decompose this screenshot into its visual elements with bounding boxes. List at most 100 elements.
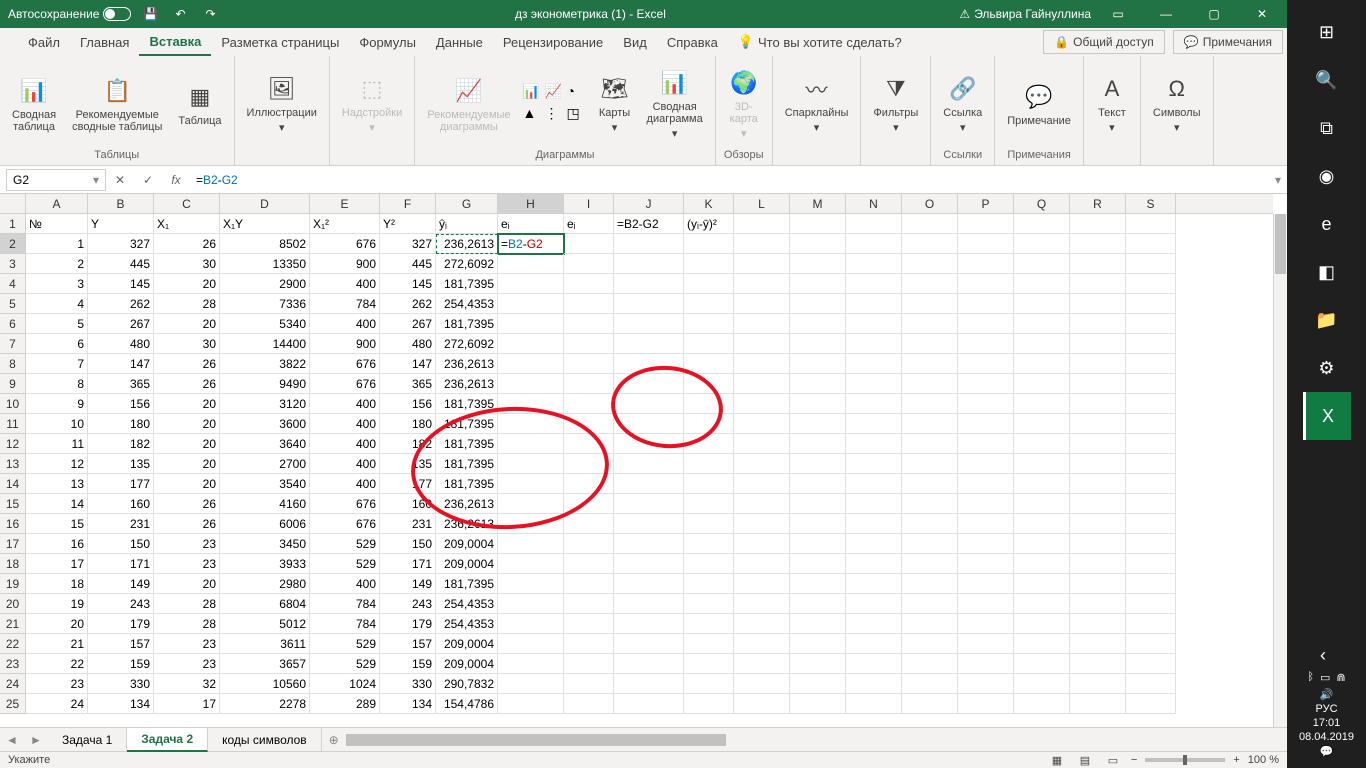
cell[interactable] [734, 494, 790, 514]
column-header[interactable]: B [88, 194, 154, 213]
cell[interactable] [846, 674, 902, 694]
cell[interactable]: № [26, 214, 88, 234]
cell[interactable] [498, 354, 564, 374]
cell[interactable]: 2980 [220, 574, 310, 594]
cell[interactable]: 156 [88, 394, 154, 414]
cell[interactable]: 30 [154, 334, 220, 354]
cell[interactable]: 177 [380, 474, 436, 494]
cell[interactable] [958, 694, 1014, 714]
cell[interactable] [902, 294, 958, 314]
cell[interactable] [1014, 394, 1070, 414]
edge-icon[interactable]: e [1303, 200, 1351, 248]
cell[interactable] [1070, 554, 1126, 574]
cell[interactable] [902, 574, 958, 594]
cell[interactable]: 26 [154, 494, 220, 514]
cell[interactable] [790, 254, 846, 274]
cell[interactable] [498, 254, 564, 274]
cell[interactable] [790, 494, 846, 514]
cell[interactable] [902, 234, 958, 254]
cell[interactable] [684, 394, 734, 414]
cell[interactable]: 236,2613 [436, 354, 498, 374]
column-header[interactable]: E [310, 194, 380, 213]
cell[interactable] [846, 534, 902, 554]
cell[interactable] [1070, 594, 1126, 614]
row-header[interactable]: 13 [0, 454, 25, 474]
cell[interactable] [790, 234, 846, 254]
cell[interactable] [1126, 534, 1176, 554]
filters-button[interactable]: ⧩Фильтры ▾ [869, 71, 922, 136]
cell[interactable] [614, 594, 684, 614]
row-header[interactable]: 10 [0, 394, 25, 414]
cell[interactable] [790, 434, 846, 454]
cell[interactable] [734, 434, 790, 454]
cell[interactable] [684, 594, 734, 614]
cell[interactable]: 171 [380, 554, 436, 574]
cell[interactable]: 254,4353 [436, 614, 498, 634]
cell[interactable] [684, 534, 734, 554]
comment-button[interactable]: 💬Примечание [1003, 79, 1075, 129]
cell[interactable] [790, 654, 846, 674]
cell[interactable]: 150 [88, 534, 154, 554]
cell[interactable]: 2 [26, 254, 88, 274]
cell[interactable] [734, 594, 790, 614]
cell[interactable]: 445 [88, 254, 154, 274]
cell[interactable] [1070, 274, 1126, 294]
cell[interactable]: 181,7395 [436, 474, 498, 494]
cell[interactable] [734, 694, 790, 714]
cell[interactable]: 5 [26, 314, 88, 334]
ribbon-tab-главная[interactable]: Главная [70, 28, 139, 56]
cell[interactable]: 19 [26, 594, 88, 614]
cell[interactable]: 2278 [220, 694, 310, 714]
row-header[interactable]: 4 [0, 274, 25, 294]
cell[interactable] [1014, 574, 1070, 594]
cell[interactable] [684, 554, 734, 574]
cell[interactable]: 20 [154, 434, 220, 454]
cell[interactable]: 5340 [220, 314, 310, 334]
cell[interactable]: 400 [310, 454, 380, 474]
cell[interactable]: 134 [88, 694, 154, 714]
cell[interactable]: (yᵢ-ȳ)² [684, 214, 734, 234]
cell[interactable] [1014, 634, 1070, 654]
cell[interactable]: 231 [88, 514, 154, 534]
cell[interactable] [1126, 454, 1176, 474]
cell[interactable] [564, 274, 614, 294]
cell[interactable] [846, 234, 902, 254]
cell[interactable] [902, 494, 958, 514]
zoom-level[interactable]: 100 % [1248, 754, 1279, 766]
cell[interactable] [1070, 234, 1126, 254]
column-header[interactable]: F [380, 194, 436, 213]
cell[interactable]: 243 [380, 594, 436, 614]
cell[interactable] [734, 294, 790, 314]
pivot-chart-button[interactable]: 📊Своднаядиаграмма ▾ [643, 65, 707, 142]
cell[interactable]: 135 [88, 454, 154, 474]
cell[interactable] [958, 294, 1014, 314]
cell[interactable] [1014, 314, 1070, 334]
cell[interactable]: 400 [310, 274, 380, 294]
cell[interactable]: 445 [380, 254, 436, 274]
cell[interactable]: 3933 [220, 554, 310, 574]
cell[interactable] [1070, 354, 1126, 374]
cell[interactable] [614, 454, 684, 474]
cell[interactable]: 20 [154, 474, 220, 494]
cell[interactable] [958, 354, 1014, 374]
cell[interactable]: 160 [380, 494, 436, 514]
cell[interactable] [684, 514, 734, 534]
cell[interactable] [1126, 654, 1176, 674]
cell[interactable]: 156 [380, 394, 436, 414]
cell[interactable] [1126, 314, 1176, 334]
cell[interactable] [846, 514, 902, 534]
settings-icon[interactable]: ⚙ [1303, 344, 1351, 392]
minimize-icon[interactable]: — [1145, 0, 1187, 28]
cell[interactable] [614, 674, 684, 694]
cell[interactable] [614, 254, 684, 274]
cell[interactable] [790, 374, 846, 394]
cell[interactable] [734, 214, 790, 234]
cell[interactable] [902, 434, 958, 454]
column-header[interactable]: R [1070, 194, 1126, 213]
cell[interactable] [1014, 694, 1070, 714]
cell[interactable] [790, 474, 846, 494]
row-header[interactable]: 18 [0, 554, 25, 574]
cell[interactable]: 400 [310, 314, 380, 334]
ribbon-tab-вид[interactable]: Вид [613, 28, 657, 56]
cell[interactable]: 267 [88, 314, 154, 334]
